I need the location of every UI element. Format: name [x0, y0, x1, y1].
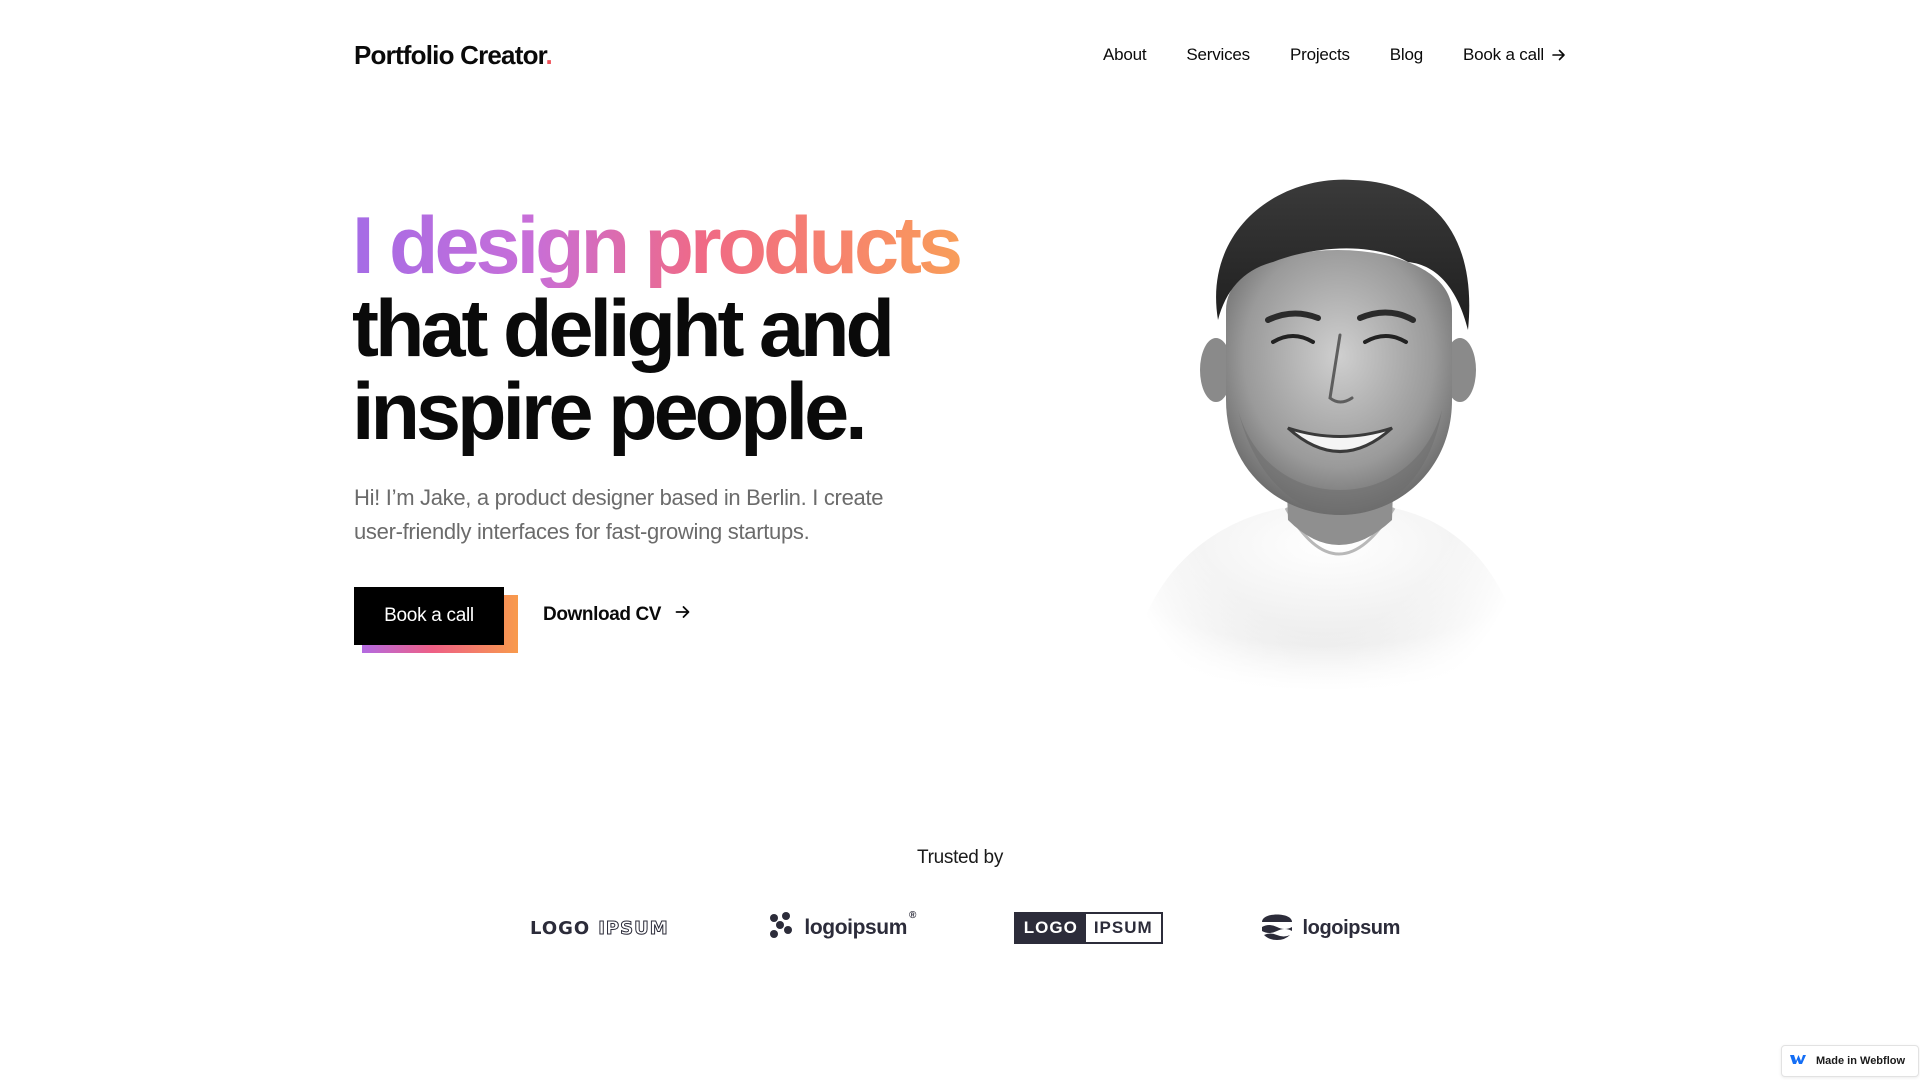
client-logo-1: LOGO IPSUM — [530, 917, 669, 939]
wave-mark-icon — [1260, 910, 1294, 946]
nav-services[interactable]: Services — [1186, 45, 1250, 65]
nav-about[interactable]: About — [1103, 45, 1147, 65]
client-logo-3-part2: IPSUM — [1093, 918, 1153, 937]
download-cv-link[interactable]: Download CV — [543, 604, 691, 626]
client-logo-1-part1: LOGO — [530, 917, 591, 939]
client-logo-1-part2: IPSUM — [598, 917, 669, 939]
brand-logo[interactable]: Portfolio Creator. — [354, 39, 553, 71]
client-logo-4-text: logoipsum — [1302, 916, 1400, 939]
nav-book-a-call[interactable]: Book a call — [1463, 45, 1566, 65]
trusted-by-label: Trusted by — [916, 847, 1004, 868]
client-logo-4: logoipsum — [1260, 910, 1400, 946]
book-a-call-button-wrap: Book a call — [354, 587, 518, 653]
book-a-call-button[interactable]: Book a call — [354, 587, 504, 645]
logoipsum-mark-icon — [766, 910, 796, 946]
made-in-webflow-label: Made in Webflow — [1816, 1055, 1906, 1067]
made-in-webflow-badge[interactable]: Made in Webflow — [1781, 1045, 1919, 1077]
hero-title: I design products that delight and inspi… — [352, 205, 992, 454]
client-logo-2-text: logoipsum — [804, 916, 907, 939]
client-logo-2-mark: ® — [908, 910, 916, 921]
arrow-right-icon — [675, 604, 691, 626]
nav-book-a-call-label: Book a call — [1463, 45, 1544, 64]
brand-name: Portfolio Creator — [354, 39, 546, 70]
nav-blog[interactable]: Blog — [1390, 45, 1423, 65]
download-cv-label: Download CV — [543, 604, 662, 625]
hero-title-line-2: that delight and — [352, 284, 895, 374]
client-logo-2: logoipsum ® — [766, 910, 916, 946]
hero-title-line-1: I design products — [352, 205, 992, 288]
arrow-right-icon — [1552, 48, 1566, 62]
portrait-image — [1108, 170, 1538, 710]
main-nav: About Services Projects Blog Book a call — [1103, 45, 1566, 65]
portrait-fade — [1108, 170, 1538, 710]
client-logo-3: LOGO IPSUM — [1013, 912, 1163, 944]
client-logo-3-part1: LOGO — [1015, 914, 1086, 942]
hero-subtitle: Hi! I’m Jake, a product designer based i… — [354, 485, 884, 544]
nav-projects[interactable]: Projects — [1290, 45, 1350, 65]
webflow-icon — [1790, 1054, 1806, 1068]
client-logos: LOGO IPSUM logoipsum ® LOGO IPSUM logoipsu… — [530, 910, 1400, 946]
brand-dot: . — [545, 39, 553, 70]
site-header: Portfolio Creator. About Services Projec… — [354, 38, 1566, 72]
hero-title-line-3: inspire people. — [352, 367, 868, 457]
